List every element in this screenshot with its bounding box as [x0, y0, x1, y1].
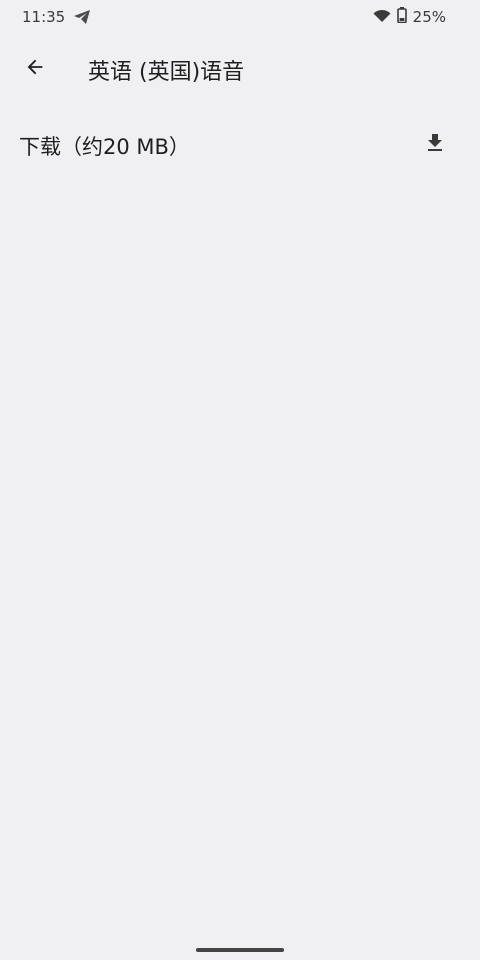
download-button[interactable] — [414, 124, 456, 166]
arrow-back-icon — [24, 56, 46, 82]
status-right-group: 25% — [373, 7, 446, 27]
telegram-icon — [73, 9, 91, 25]
battery-icon — [396, 7, 407, 27]
status-bar: 11:35 25% — [0, 0, 480, 34]
download-icon — [423, 131, 447, 159]
page-title: 英语 (英国)语音 — [88, 60, 245, 85]
wifi-icon — [373, 8, 391, 27]
home-indicator[interactable] — [196, 948, 284, 952]
download-row[interactable]: 下载（约20 MB） — [0, 114, 480, 176]
download-label: 下载（约20 MB） — [19, 135, 190, 159]
app-bar: 英语 (英国)语音 — [0, 40, 480, 98]
status-time: 11:35 — [22, 8, 66, 26]
battery-percent: 25% — [412, 8, 446, 26]
back-button[interactable] — [14, 48, 56, 90]
